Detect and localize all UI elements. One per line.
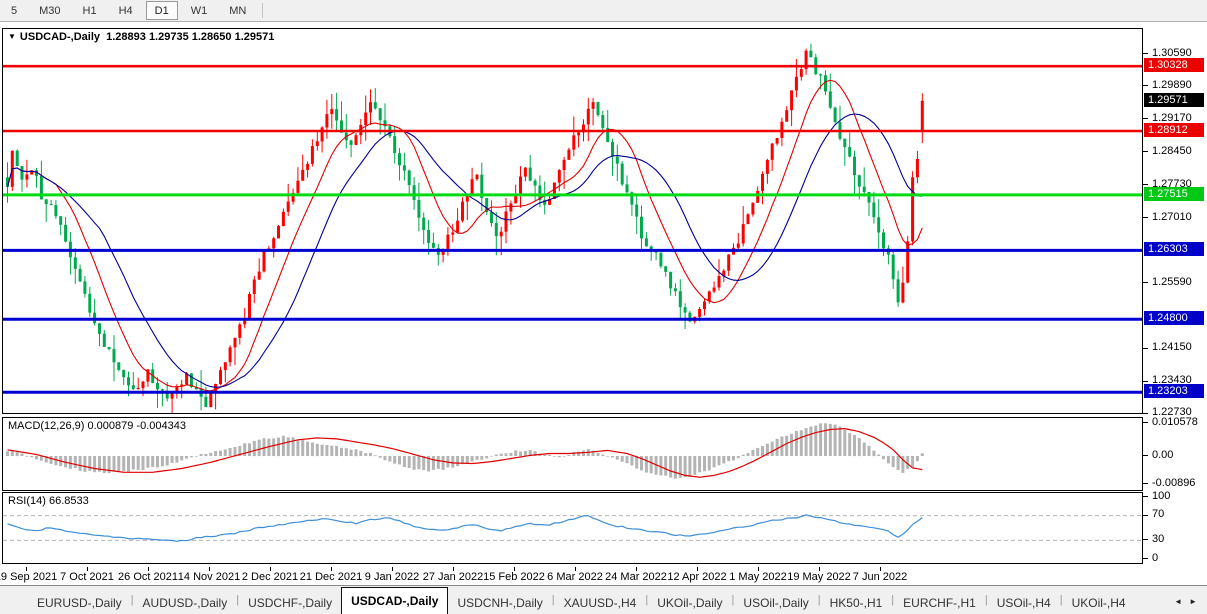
tab-eurusd-daily[interactable]: EURUSD-,Daily xyxy=(28,591,131,614)
price-tick-mark xyxy=(1143,413,1148,414)
date-label: 27 Jan 2022 xyxy=(423,571,484,583)
tab-usoil-h4[interactable]: USOil-,H4 xyxy=(988,591,1060,614)
date-label: 12 Apr 2022 xyxy=(667,571,726,583)
collapse-icon[interactable]: ▼ xyxy=(8,32,16,41)
price-level-tag: 1.28912 xyxy=(1144,123,1204,137)
price-axis[interactable]: 1.305901.298901.291701.284501.277301.270… xyxy=(1144,22,1207,585)
rsi-tick-label: 30 xyxy=(1152,533,1164,545)
price-tick-label: 1.28450 xyxy=(1152,145,1192,157)
timeframe-button-h4[interactable]: H4 xyxy=(110,1,142,20)
date-label: 19 May 2022 xyxy=(787,571,851,583)
date-label: 24 Mar 2022 xyxy=(605,571,667,583)
price-level-tag: 1.29571 xyxy=(1144,93,1204,107)
macd-tick-mark xyxy=(1143,483,1148,484)
rsi-tick-label: 0 xyxy=(1152,552,1158,564)
rsi-label: RSI(14) 66.8533 xyxy=(8,495,89,507)
chart-ohlc-quote: 1.28893 1.29735 1.28650 1.29571 xyxy=(106,31,274,43)
price-tick-label: 1.27010 xyxy=(1152,211,1192,223)
price-tick-mark xyxy=(1143,348,1148,349)
tab-usdchf-daily[interactable]: USDCHF-,Daily xyxy=(239,591,341,614)
price-tick-label: 1.29890 xyxy=(1152,79,1192,91)
price-level-tag: 1.30328 xyxy=(1144,58,1204,72)
rsi-tick-mark xyxy=(1143,558,1148,559)
rsi-tick-label: 100 xyxy=(1152,490,1170,502)
timeframe-button-mn[interactable]: MN xyxy=(220,1,255,20)
rsi-indicator-panel[interactable]: RSI(14) 66.8533 xyxy=(2,492,1143,564)
price-level-tag: 1.23203 xyxy=(1144,384,1204,398)
timeframe-button-5[interactable]: 5 xyxy=(2,1,26,20)
tab-ukoil-daily[interactable]: UKOil-,Daily xyxy=(648,591,731,614)
date-label: 26 Oct 2021 xyxy=(118,571,178,583)
tab-hk50-h1[interactable]: HK50-,H1 xyxy=(821,591,892,614)
toolbar-separator xyxy=(262,3,263,18)
scroll-right-icon[interactable]: ► xyxy=(1189,597,1197,606)
macd-label: MACD(12,26,9) 0.000879 -0.004343 xyxy=(8,420,186,432)
tab-usdcad-daily[interactable]: USDCAD-,Daily xyxy=(341,587,448,614)
timeframe-button-h1[interactable]: H1 xyxy=(74,1,106,20)
timeframe-button-m30[interactable]: M30 xyxy=(30,1,69,20)
macd-tick-label: -0.00896 xyxy=(1152,477,1195,489)
price-tick-mark xyxy=(1143,217,1148,218)
chart-workspace: ▼ USDCAD-,Daily 1.28893 1.29735 1.28650 1… xyxy=(0,22,1207,585)
price-tick-label: 1.24150 xyxy=(1152,341,1192,353)
macd-tick-mark xyxy=(1143,422,1148,423)
tab-audusd-daily[interactable]: AUDUSD-,Daily xyxy=(134,591,237,614)
chart-tab-bar: EURUSD-,Daily|AUDUSD-,Daily|USDCHF-,Dail… xyxy=(0,585,1207,614)
timeframe-button-d1[interactable]: D1 xyxy=(146,1,178,20)
date-label: 7 Jun 2022 xyxy=(853,571,907,583)
rsi-tick-mark xyxy=(1143,515,1148,516)
macd-tick-label: 0.010578 xyxy=(1152,416,1198,428)
macd-indicator-panel[interactable]: MACD(12,26,9) 0.000879 -0.004343 xyxy=(2,417,1143,491)
timeframe-toolbar: 5M30 H1H4D1W1MN xyxy=(0,0,1207,22)
macd-tick-mark xyxy=(1143,455,1148,456)
macd-tick-label: 0.00 xyxy=(1152,449,1173,461)
rsi-tick-mark xyxy=(1143,539,1148,540)
price-level-tag: 1.26303 xyxy=(1144,242,1204,256)
date-label: 1 May 2022 xyxy=(729,571,786,583)
date-label: 2 Dec 2021 xyxy=(242,571,298,583)
time-axis[interactable]: 19 Sep 20217 Oct 2021 26 Oct 202114 Nov 2… xyxy=(2,568,1141,585)
date-label: 19 Sep 2021 xyxy=(0,571,57,583)
price-tick-mark xyxy=(1143,151,1148,152)
price-level-tag: 1.24800 xyxy=(1144,311,1204,325)
price-tick-mark xyxy=(1143,282,1148,283)
price-tick-mark xyxy=(1143,53,1148,54)
tab-usdcnh-daily[interactable]: USDCNH-,Daily xyxy=(448,591,551,614)
tab-xauusd-h4[interactable]: XAUUSD-,H4 xyxy=(555,591,646,614)
price-tick-mark xyxy=(1143,85,1148,86)
tab-eurchf-h1[interactable]: EURCHF-,H1 xyxy=(894,591,985,614)
date-label: 15 Feb 2022 xyxy=(483,571,545,583)
scroll-left-icon[interactable]: ◄ xyxy=(1174,597,1182,606)
price-tick-label: 1.25590 xyxy=(1152,276,1192,288)
date-label: 7 Oct 2021 xyxy=(60,571,114,583)
rsi-tick-mark xyxy=(1143,496,1148,497)
tab-usoil-daily[interactable]: USOil-,Daily xyxy=(734,591,817,614)
date-label: 9 Jan 2022 xyxy=(365,571,419,583)
timeframe-button-w1[interactable]: W1 xyxy=(182,1,217,20)
price-tick-mark xyxy=(1143,381,1148,382)
tab-scroll-arrows: ◄► xyxy=(1174,597,1207,614)
chart-title: ▼ USDCAD-,Daily 1.28893 1.29735 1.28650 1… xyxy=(8,31,274,43)
tab-ukoil-h4[interactable]: UKOil-,H4 xyxy=(1063,591,1135,614)
date-label: 6 Mar 2022 xyxy=(547,571,603,583)
price-tick-mark xyxy=(1143,118,1148,119)
date-label: 14 Nov 2021 xyxy=(178,571,240,583)
price-chart-panel[interactable]: ▼ USDCAD-,Daily 1.28893 1.29735 1.28650 1… xyxy=(2,28,1143,414)
price-level-tag: 1.27515 xyxy=(1144,187,1204,201)
chart-symbol-label: USDCAD-,Daily xyxy=(20,31,100,43)
date-label: 21 Dec 2021 xyxy=(300,571,362,583)
price-tick-mark xyxy=(1143,184,1148,185)
rsi-tick-label: 70 xyxy=(1152,508,1164,520)
